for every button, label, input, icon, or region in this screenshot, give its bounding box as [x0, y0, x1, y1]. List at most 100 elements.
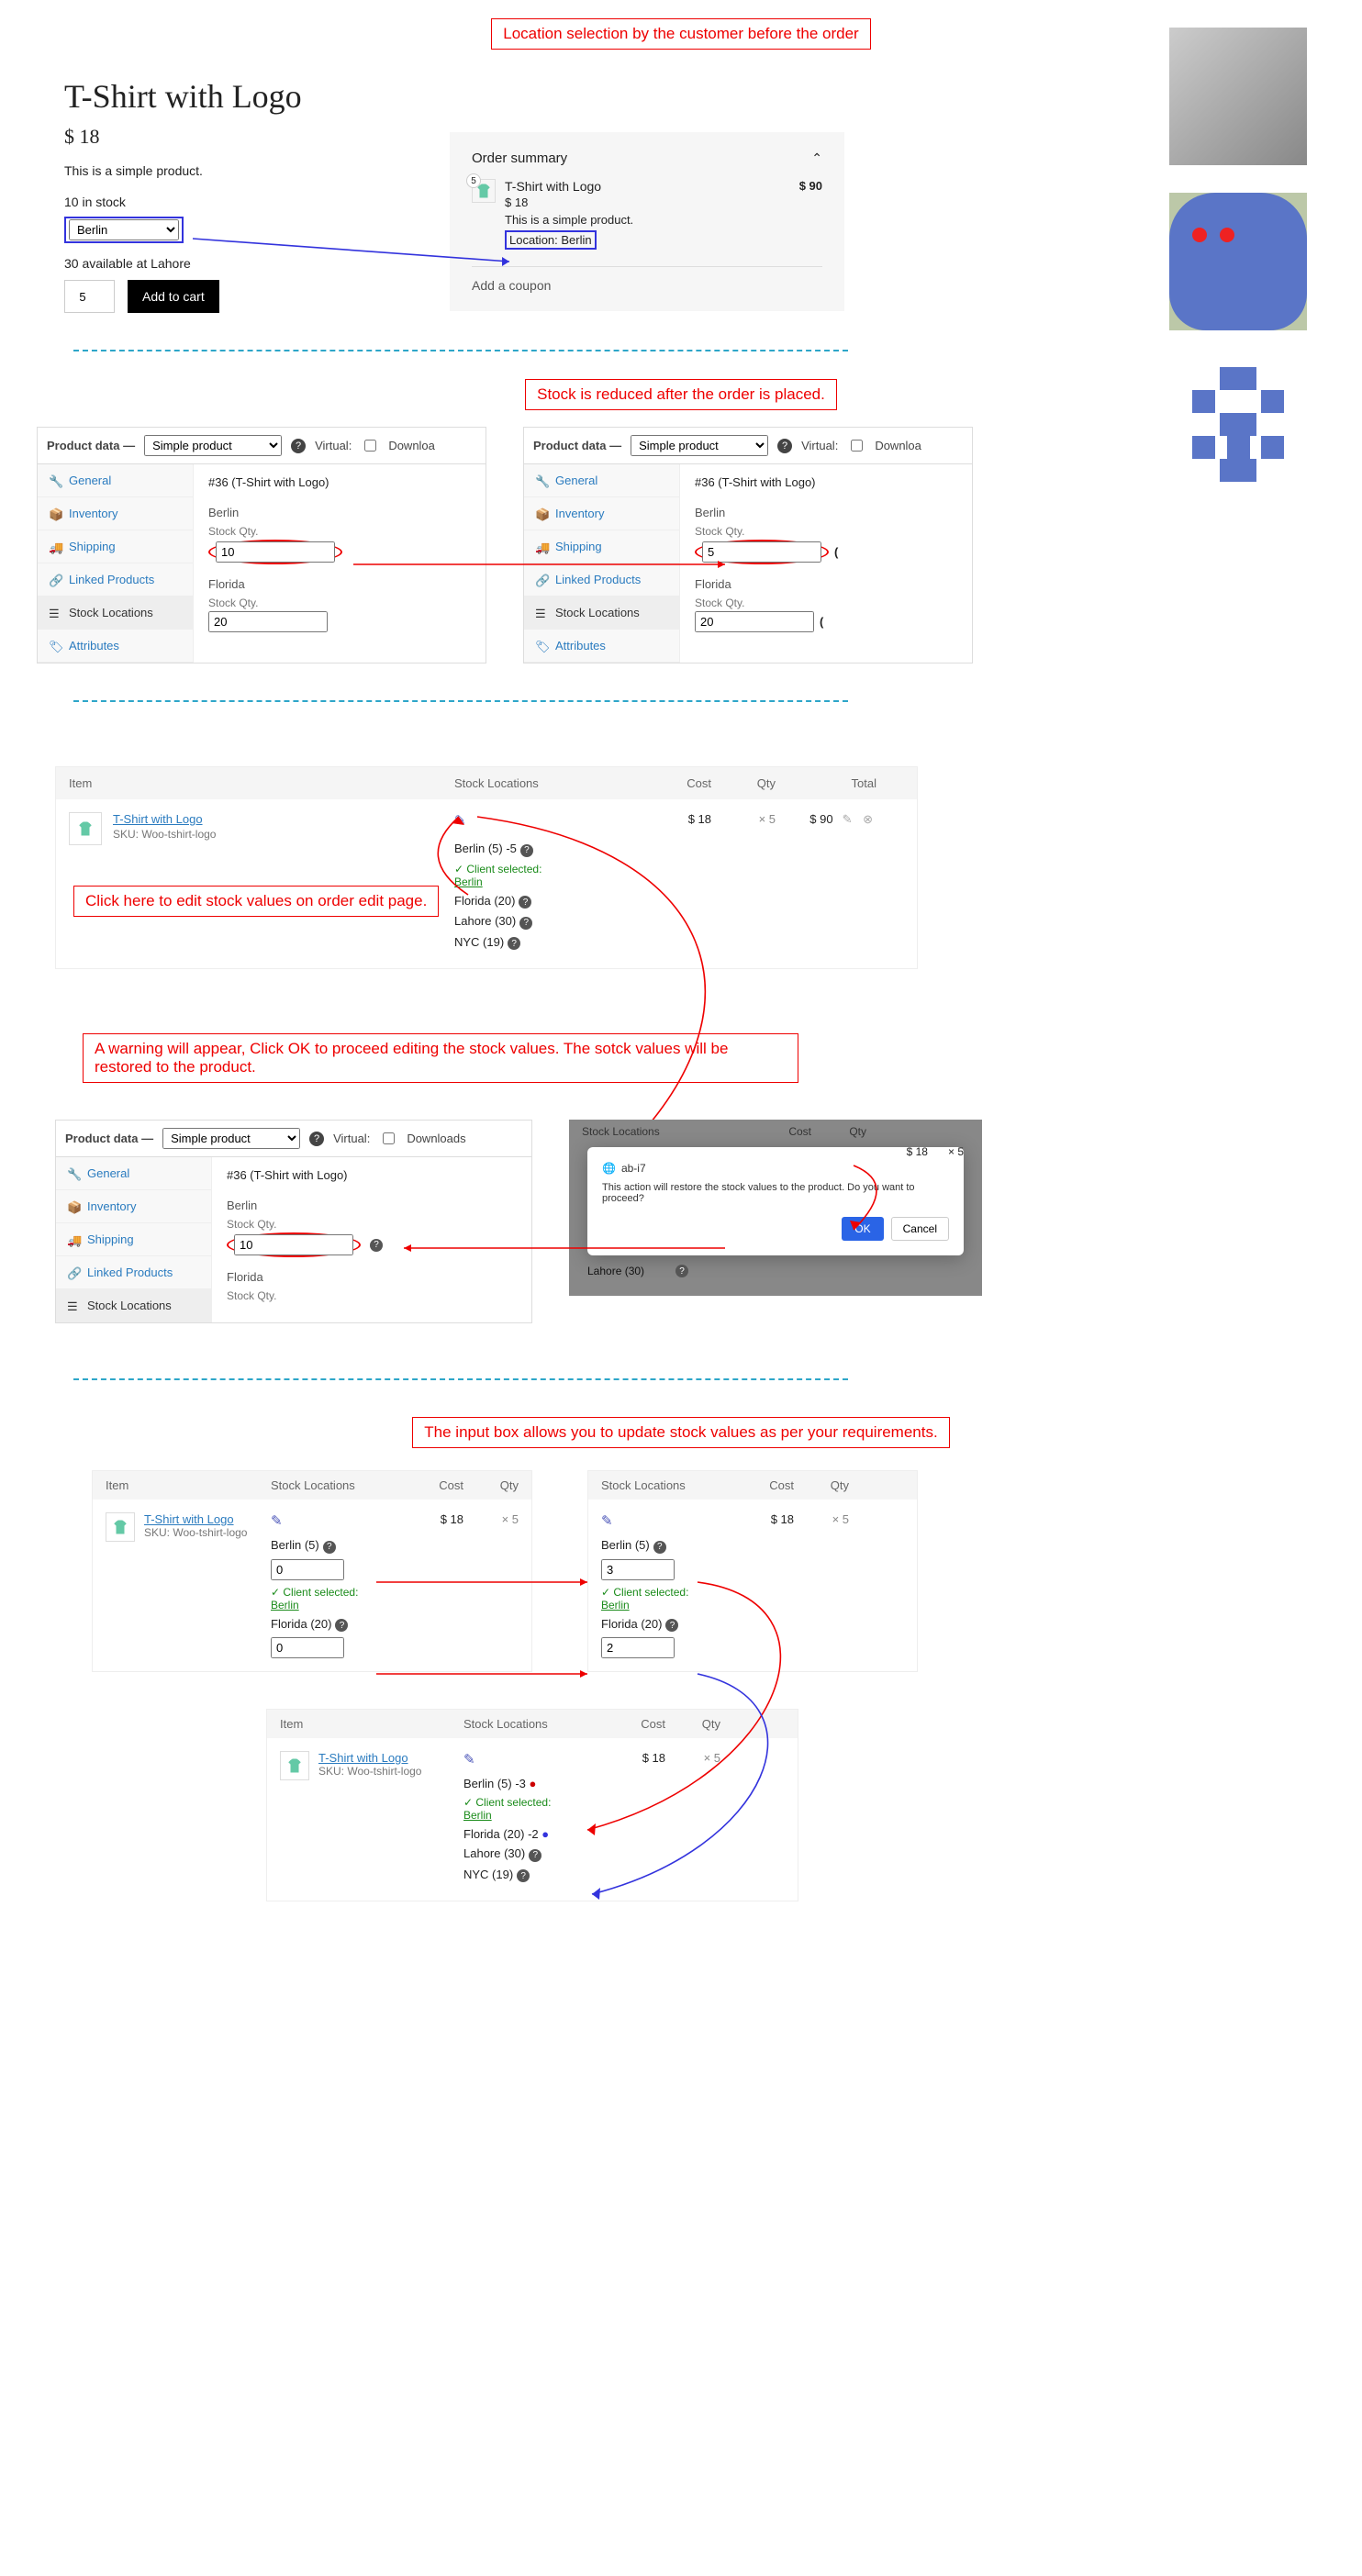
add-to-cart-button[interactable]: Add to cart: [128, 280, 219, 313]
virtual-checkbox[interactable]: [851, 440, 863, 452]
qty-badge: 5: [466, 173, 481, 188]
help-icon[interactable]: ?: [519, 917, 532, 930]
florida-qty-after[interactable]: [695, 611, 814, 632]
annotation-3: Click here to edit stock values on order…: [73, 886, 439, 917]
client-selected-label: ✓ Client selected:: [463, 1796, 551, 1809]
florida-edit-input-right[interactable]: [601, 1637, 675, 1658]
sl-florida: Florida (20): [271, 1617, 331, 1631]
client-selected-loc[interactable]: Berlin: [463, 1809, 492, 1822]
product-link[interactable]: T-Shirt with Logo: [144, 1512, 234, 1526]
client-selected-loc[interactable]: Berlin: [601, 1599, 630, 1611]
chevron-up-icon[interactable]: ⌃: [811, 151, 822, 166]
row-total: $ 90: [809, 812, 832, 826]
row-action-icons[interactable]: ✎ ⊗: [843, 812, 876, 826]
virtual-checkbox[interactable]: [383, 1132, 395, 1144]
pencil-icon[interactable]: ✎: [271, 1513, 283, 1529]
col-cost: Cost: [730, 1478, 794, 1492]
berlin-qty-before[interactable]: [216, 541, 335, 563]
help-icon[interactable]: ?: [529, 1849, 541, 1862]
sl-berlin: Berlin (5) -5: [454, 842, 517, 855]
help-icon[interactable]: ?: [323, 1541, 336, 1554]
location-select[interactable]: Berlin: [69, 219, 179, 240]
product-type-select[interactable]: Simple product: [631, 435, 768, 456]
tab-attributes[interactable]: 🏷Attributes: [524, 630, 679, 663]
tab-stock-locations[interactable]: ☰Stock Locations: [56, 1289, 211, 1322]
florida-qty-before[interactable]: [208, 611, 328, 632]
tab-stock-locations[interactable]: ☰Stock Locations: [38, 597, 193, 630]
sl-berlin: Berlin (5): [601, 1538, 650, 1552]
pencil-icon[interactable]: ✎: [601, 1513, 613, 1529]
help-icon[interactable]: ?: [519, 896, 531, 909]
pencil-icon[interactable]: ✎: [463, 1752, 475, 1768]
sl-florida: Florida (20): [454, 894, 515, 908]
sl-florida: Florida (20): [601, 1617, 662, 1631]
product-price: $ 18: [64, 125, 413, 149]
tab-linked[interactable]: 🔗Linked Products: [38, 563, 193, 597]
tab-inventory[interactable]: 📦Inventory: [56, 1190, 211, 1223]
tab-general[interactable]: 🔧General: [38, 464, 193, 497]
add-coupon-link[interactable]: Add a coupon: [472, 266, 822, 293]
tab-shipping[interactable]: 🚚Shipping: [524, 530, 679, 563]
tab-shipping[interactable]: 🚚Shipping: [38, 530, 193, 563]
product-link[interactable]: T-Shirt with Logo: [318, 1751, 408, 1765]
loc-florida-label: Florida: [695, 577, 957, 591]
tab-shipping[interactable]: 🚚Shipping: [56, 1223, 211, 1256]
sku: SKU: Woo-tshirt-logo: [144, 1526, 247, 1539]
help-icon[interactable]: ?: [370, 1239, 383, 1252]
tab-stock-locations[interactable]: ☰Stock Locations: [524, 597, 679, 630]
annotation-2: Stock is reduced after the order is plac…: [525, 379, 837, 410]
product-type-select[interactable]: Simple product: [162, 1128, 300, 1149]
available-line: 30 available at Lahore: [64, 256, 413, 271]
client-selected-label: ✓ Client selected:: [454, 863, 541, 875]
product-data-before: Product data — Simple product ? Virtual:…: [37, 427, 486, 664]
sku: SKU: Woo-tshirt-logo: [318, 1765, 421, 1778]
client-selected-loc[interactable]: Berlin: [454, 875, 483, 888]
tab-general[interactable]: 🔧General: [524, 464, 679, 497]
col-total: Total: [776, 776, 876, 790]
summary-unit-price: $ 18: [505, 195, 822, 209]
help-icon[interactable]: ?: [517, 1869, 530, 1882]
row-qty: × 5: [948, 1145, 964, 1158]
virtual-checkbox[interactable]: [364, 440, 376, 452]
help-icon[interactable]: ?: [309, 1132, 324, 1146]
pencil-icon[interactable]: ✎: [454, 813, 466, 829]
stockqty-label-2: Stock Qty.: [208, 597, 471, 609]
tab-linked[interactable]: 🔗Linked Products: [524, 563, 679, 597]
help-icon[interactable]: ?: [653, 1541, 666, 1554]
product-link[interactable]: T-Shirt with Logo: [113, 812, 203, 826]
modal-cancel-button[interactable]: Cancel: [891, 1217, 949, 1241]
berlin-edit-input-right[interactable]: [601, 1559, 675, 1580]
row-qty: × 5: [463, 1512, 519, 1658]
tab-inventory[interactable]: 📦Inventory: [38, 497, 193, 530]
tab-attributes[interactable]: 🏷Attributes: [38, 630, 193, 663]
product-data-label: Product data —: [47, 439, 135, 452]
product-type-select[interactable]: Simple product: [144, 435, 282, 456]
help-icon[interactable]: ?: [335, 1619, 348, 1632]
sl-florida: Florida (20) -2: [463, 1827, 539, 1841]
help-icon[interactable]: ?: [675, 1265, 688, 1277]
product-thumb: [69, 812, 102, 845]
col-qty: Qty: [794, 1478, 849, 1492]
tab-inventory[interactable]: 📦Inventory: [524, 497, 679, 530]
tab-linked[interactable]: 🔗Linked Products: [56, 1256, 211, 1289]
help-icon[interactable]: ?: [291, 439, 306, 453]
tab-general[interactable]: 🔧General: [56, 1157, 211, 1190]
row-cost: $ 18: [907, 1145, 928, 1158]
berlin-qty-after[interactable]: [702, 541, 821, 563]
modal-text: This action will restore the stock value…: [602, 1182, 949, 1204]
florida-edit-input-left[interactable]: [271, 1637, 344, 1658]
product-thumb: [106, 1512, 135, 1542]
qty-input[interactable]: [64, 280, 115, 313]
berlin-qty-restored[interactable]: [234, 1234, 353, 1255]
client-selected-loc[interactable]: Berlin: [271, 1599, 299, 1611]
col-stock-locations: Stock Locations: [582, 1125, 747, 1138]
help-icon[interactable]: ?: [777, 439, 792, 453]
loc-florida-label: Florida: [227, 1270, 517, 1284]
modal-ok-button[interactable]: OK: [842, 1217, 883, 1241]
product-thumb: [280, 1751, 309, 1780]
help-icon[interactable]: ?: [665, 1619, 678, 1632]
help-icon[interactable]: ?: [520, 844, 533, 857]
help-icon[interactable]: ?: [508, 937, 520, 950]
product-data-label: Product data —: [65, 1132, 153, 1145]
berlin-edit-input-left[interactable]: [271, 1559, 344, 1580]
